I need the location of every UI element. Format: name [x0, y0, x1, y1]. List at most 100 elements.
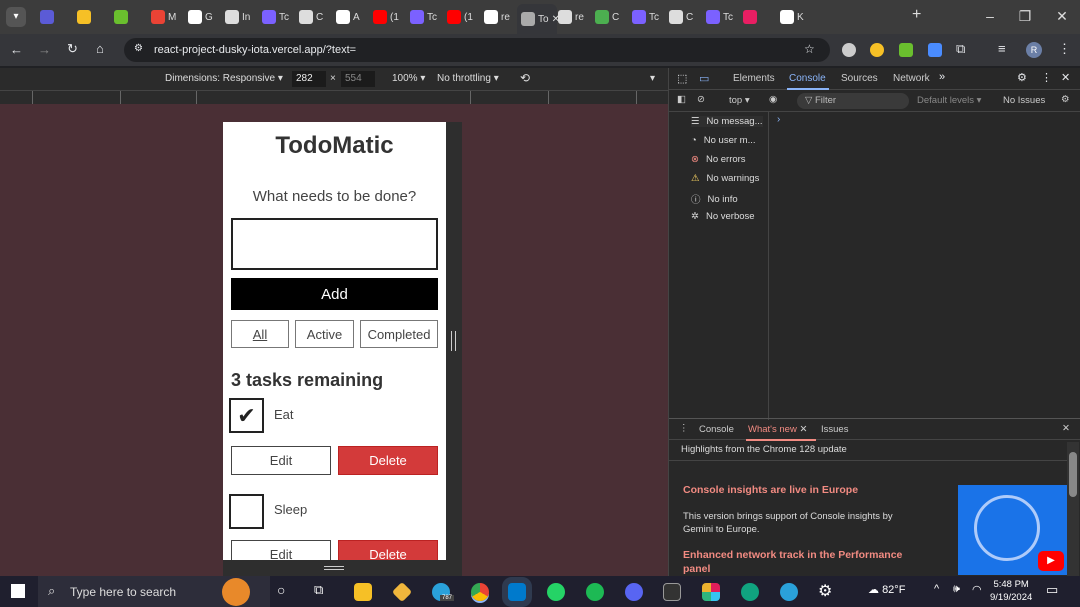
settings-icon[interactable]: ⚙ [1017, 71, 1027, 84]
bookmark-star-icon[interactable]: ☆ [804, 42, 815, 56]
customize-icon[interactable]: ⋮ [1041, 71, 1052, 84]
sidebar-messages[interactable]: ☰ No messag... [691, 116, 763, 127]
resize-handle-right[interactable] [451, 331, 456, 351]
filter-all-button[interactable]: All [231, 320, 289, 348]
clear-console-icon[interactable]: ⊘ [697, 94, 705, 105]
browser-tab[interactable]: G [184, 6, 220, 28]
sidebar-user-messages[interactable]: ◔ No user m... [691, 135, 756, 146]
browser-tab[interactable]: A [332, 6, 368, 28]
wifi-icon[interactable]: ◠ [972, 583, 982, 596]
height-input[interactable]: 554 [341, 71, 375, 87]
windows-start-icon[interactable] [11, 584, 25, 598]
browser-tab[interactable]: C [591, 6, 627, 28]
settings-gear-icon[interactable]: ⚙ [818, 581, 832, 601]
delete-button-sleep[interactable]: Delete [338, 540, 438, 560]
browser-tab[interactable] [739, 6, 775, 28]
extension-grammarly-icon[interactable] [842, 43, 856, 57]
edit-button-eat[interactable]: Edit [231, 446, 331, 475]
sidebar-warnings[interactable]: ⚠ No warnings [691, 173, 759, 184]
scrollbar-thumb[interactable] [1069, 452, 1077, 497]
browser-tab[interactable]: In [221, 6, 257, 28]
new-todo-input[interactable] [231, 218, 438, 270]
browser-tab[interactable]: (1 [443, 6, 479, 28]
browser-tab[interactable] [36, 6, 72, 28]
drawer-menu-icon[interactable]: ⋮ [679, 423, 689, 434]
zoom-select[interactable]: 100% ▾ [392, 73, 425, 84]
edit-button-sleep[interactable]: Edit [231, 540, 331, 560]
telegram-2-icon[interactable] [780, 583, 798, 601]
slack-icon[interactable] [702, 583, 720, 601]
filter-input[interactable]: ▽ Filter [797, 93, 909, 109]
extensions-puzzle-icon[interactable]: ⧉ [956, 41, 965, 57]
reload-icon[interactable]: ↻ [67, 41, 78, 57]
volume-icon[interactable]: 🕪 [953, 583, 960, 596]
drawer-tab-issues[interactable]: Issues [821, 424, 848, 435]
console-settings-icon[interactable]: ⚙ [1061, 94, 1070, 105]
context-select[interactable]: top ▾ [729, 95, 750, 106]
discord-icon[interactable] [625, 583, 643, 601]
sidebar-info[interactable]: ⓘ No info [691, 192, 738, 207]
browser-tab[interactable] [73, 6, 109, 28]
git-icon[interactable] [391, 581, 413, 603]
tab-elements[interactable]: Elements [733, 73, 775, 84]
filter-active-button[interactable]: Active [295, 320, 354, 348]
tab-console[interactable]: Console [789, 73, 826, 84]
site-info-icon[interactable]: ⚙ [134, 43, 143, 54]
task-checkbox-sleep[interactable] [229, 494, 264, 529]
spotify-icon[interactable] [586, 583, 604, 601]
browser-tab[interactable]: Tc [258, 6, 294, 28]
whats-new-thumbnail[interactable]: ▶ [958, 485, 1068, 575]
browser-tab[interactable]: re [480, 6, 516, 28]
throttle-select[interactable]: No throttling ▾ [437, 73, 499, 84]
chatgpt-icon[interactable] [741, 583, 759, 601]
rotate-icon[interactable]: ⟲ [520, 71, 530, 85]
close-tab-icon[interactable]: ✕ [799, 424, 807, 435]
tab-search-button[interactable]: ▾ [6, 7, 26, 27]
chrome-icon[interactable] [471, 583, 489, 601]
browser-tab[interactable]: re [554, 6, 590, 28]
whats-new-heading-2[interactable]: Enhanced network track in the Performanc… [683, 548, 923, 576]
width-input[interactable]: 282 [292, 71, 326, 87]
sidebar-errors[interactable]: ⊗ No errors [691, 154, 746, 165]
browser-tab[interactable]: Tc [406, 6, 442, 28]
live-expression-icon[interactable]: ◉ [769, 94, 777, 105]
log-levels-select[interactable]: Default levels ▾ [917, 95, 981, 106]
vscode-icon[interactable] [508, 583, 526, 601]
extension-chart-icon[interactable] [899, 43, 913, 57]
add-button[interactable]: Add [231, 278, 438, 310]
close-devtools-icon[interactable]: ✕ [1061, 71, 1070, 84]
more-options-icon[interactable]: ▾ [650, 73, 655, 84]
clock[interactable]: 5:48 PM 9/19/2024 [990, 578, 1032, 604]
browser-tab[interactable]: C [295, 6, 331, 28]
browser-tab[interactable]: C [665, 6, 701, 28]
terminal-icon[interactable] [663, 583, 681, 601]
inspect-element-icon[interactable]: ⬚ [677, 72, 687, 85]
whatsapp-icon[interactable] [547, 583, 565, 601]
maximize-button[interactable]: ❐ [1015, 8, 1035, 25]
task-view-icon[interactable]: ⧉ [314, 582, 323, 598]
extension-yellow-icon[interactable] [870, 43, 884, 57]
file-explorer-icon[interactable] [354, 583, 372, 601]
dimensions-select[interactable]: Dimensions: Responsive ▾ [165, 73, 283, 84]
browser-tab[interactable]: Tc [628, 6, 664, 28]
close-drawer-icon[interactable]: ✕ [1062, 423, 1070, 434]
filter-completed-button[interactable]: Completed [360, 320, 438, 348]
new-tab-button[interactable]: + [912, 6, 921, 24]
close-window-button[interactable]: ✕ [1052, 8, 1072, 25]
browser-tab[interactable]: Tc [702, 6, 738, 28]
forward-icon[interactable]: → [38, 42, 51, 57]
sidebar-toggle-icon[interactable]: ◧ [677, 94, 686, 105]
drawer-tab-whats-new[interactable]: What's new ✕ [748, 424, 807, 435]
tab-network[interactable]: Network [893, 73, 930, 84]
browser-tab[interactable] [110, 6, 146, 28]
cortana-icon[interactable]: ○ [277, 582, 285, 598]
extension-blue-icon[interactable] [928, 43, 942, 57]
browser-tab[interactable]: To ✕ [517, 4, 560, 34]
profile-avatar[interactable]: R [1026, 42, 1042, 58]
tab-sources[interactable]: Sources [841, 73, 878, 84]
tray-chevron-icon[interactable]: ^ [934, 583, 939, 595]
task-checkbox-eat[interactable]: ✔ [229, 398, 264, 433]
weather-widget[interactable]: ☁ 82°F [868, 583, 905, 596]
more-tabs-icon[interactable]: » [939, 71, 945, 83]
notifications-icon[interactable]: ▭ [1046, 582, 1058, 598]
